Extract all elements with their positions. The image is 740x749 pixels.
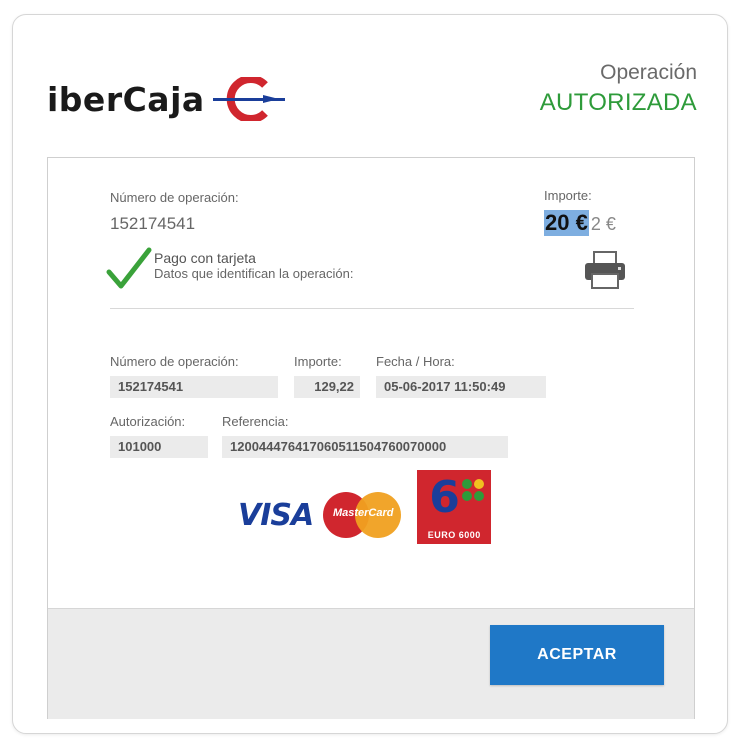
receipt-footer: ACEPTAR [48,608,694,719]
payment-receipt-card: iberCaja Operación AUTORIZADA Número de … [12,14,728,734]
euro6000-logo: 6 EURO 6000 [417,470,492,544]
euro6000-logo-text: EURO 6000 [427,530,481,540]
payment-method-subtitle: Datos que identifican la operación: [154,266,354,281]
receipt-panel: Número de operación: 152174541 Importe: … [47,157,695,719]
amount-value: 20 € 2 € [544,210,616,236]
status-title: Operación [600,61,697,84]
detail-amount-field: 129,22 [294,376,360,398]
ibercaja-logo-text: iberCaja [47,79,205,119]
euro6000-dots-icon [462,479,485,501]
detail-operation-label: Número de operación: [110,354,239,369]
detail-datetime-field: 05-06-2017 11:50:49 [376,376,546,398]
detail-amount-label: Importe: [294,354,342,369]
accept-button[interactable]: ACEPTAR [490,625,664,685]
detail-authorization-field: 101000 [110,436,208,458]
operation-number-value: 152174541 [110,214,196,233]
checkmark-icon [106,247,152,289]
ibercaja-logo: iberCaja [47,71,285,127]
euro6000-digit: 6 [429,472,460,523]
amount-value-text: 20 € [544,210,589,236]
status-authorized: AUTORIZADA [539,89,697,116]
printer-icon[interactable] [582,250,628,290]
visa-logo: VISA [238,497,314,533]
card-brand-logos: VISA MasterCard 6 EURO 6000 [238,470,492,552]
detail-authorization-label: Autorización: [110,414,186,429]
detail-operation-field: 152174541 [110,376,278,398]
operation-number-label: Número de operación: [110,190,239,205]
payment-method-title: Pago con tarjeta [154,250,256,266]
detail-reference-label: Referencia: [222,414,289,429]
detail-datetime-label: Fecha / Hora: [376,354,455,369]
amount-ghost-text: 2 € [590,214,616,234]
detail-reference-field: 120044476417060511504760070000 [222,436,508,458]
section-divider [110,308,634,309]
mastercard-logo: MasterCard [323,489,403,541]
operation-status: Operación AUTORIZADA [540,61,697,117]
amount-label: Importe: [544,188,592,203]
mastercard-logo-text: MasterCard [332,507,394,519]
ibercaja-logo-mark-icon [212,77,285,121]
